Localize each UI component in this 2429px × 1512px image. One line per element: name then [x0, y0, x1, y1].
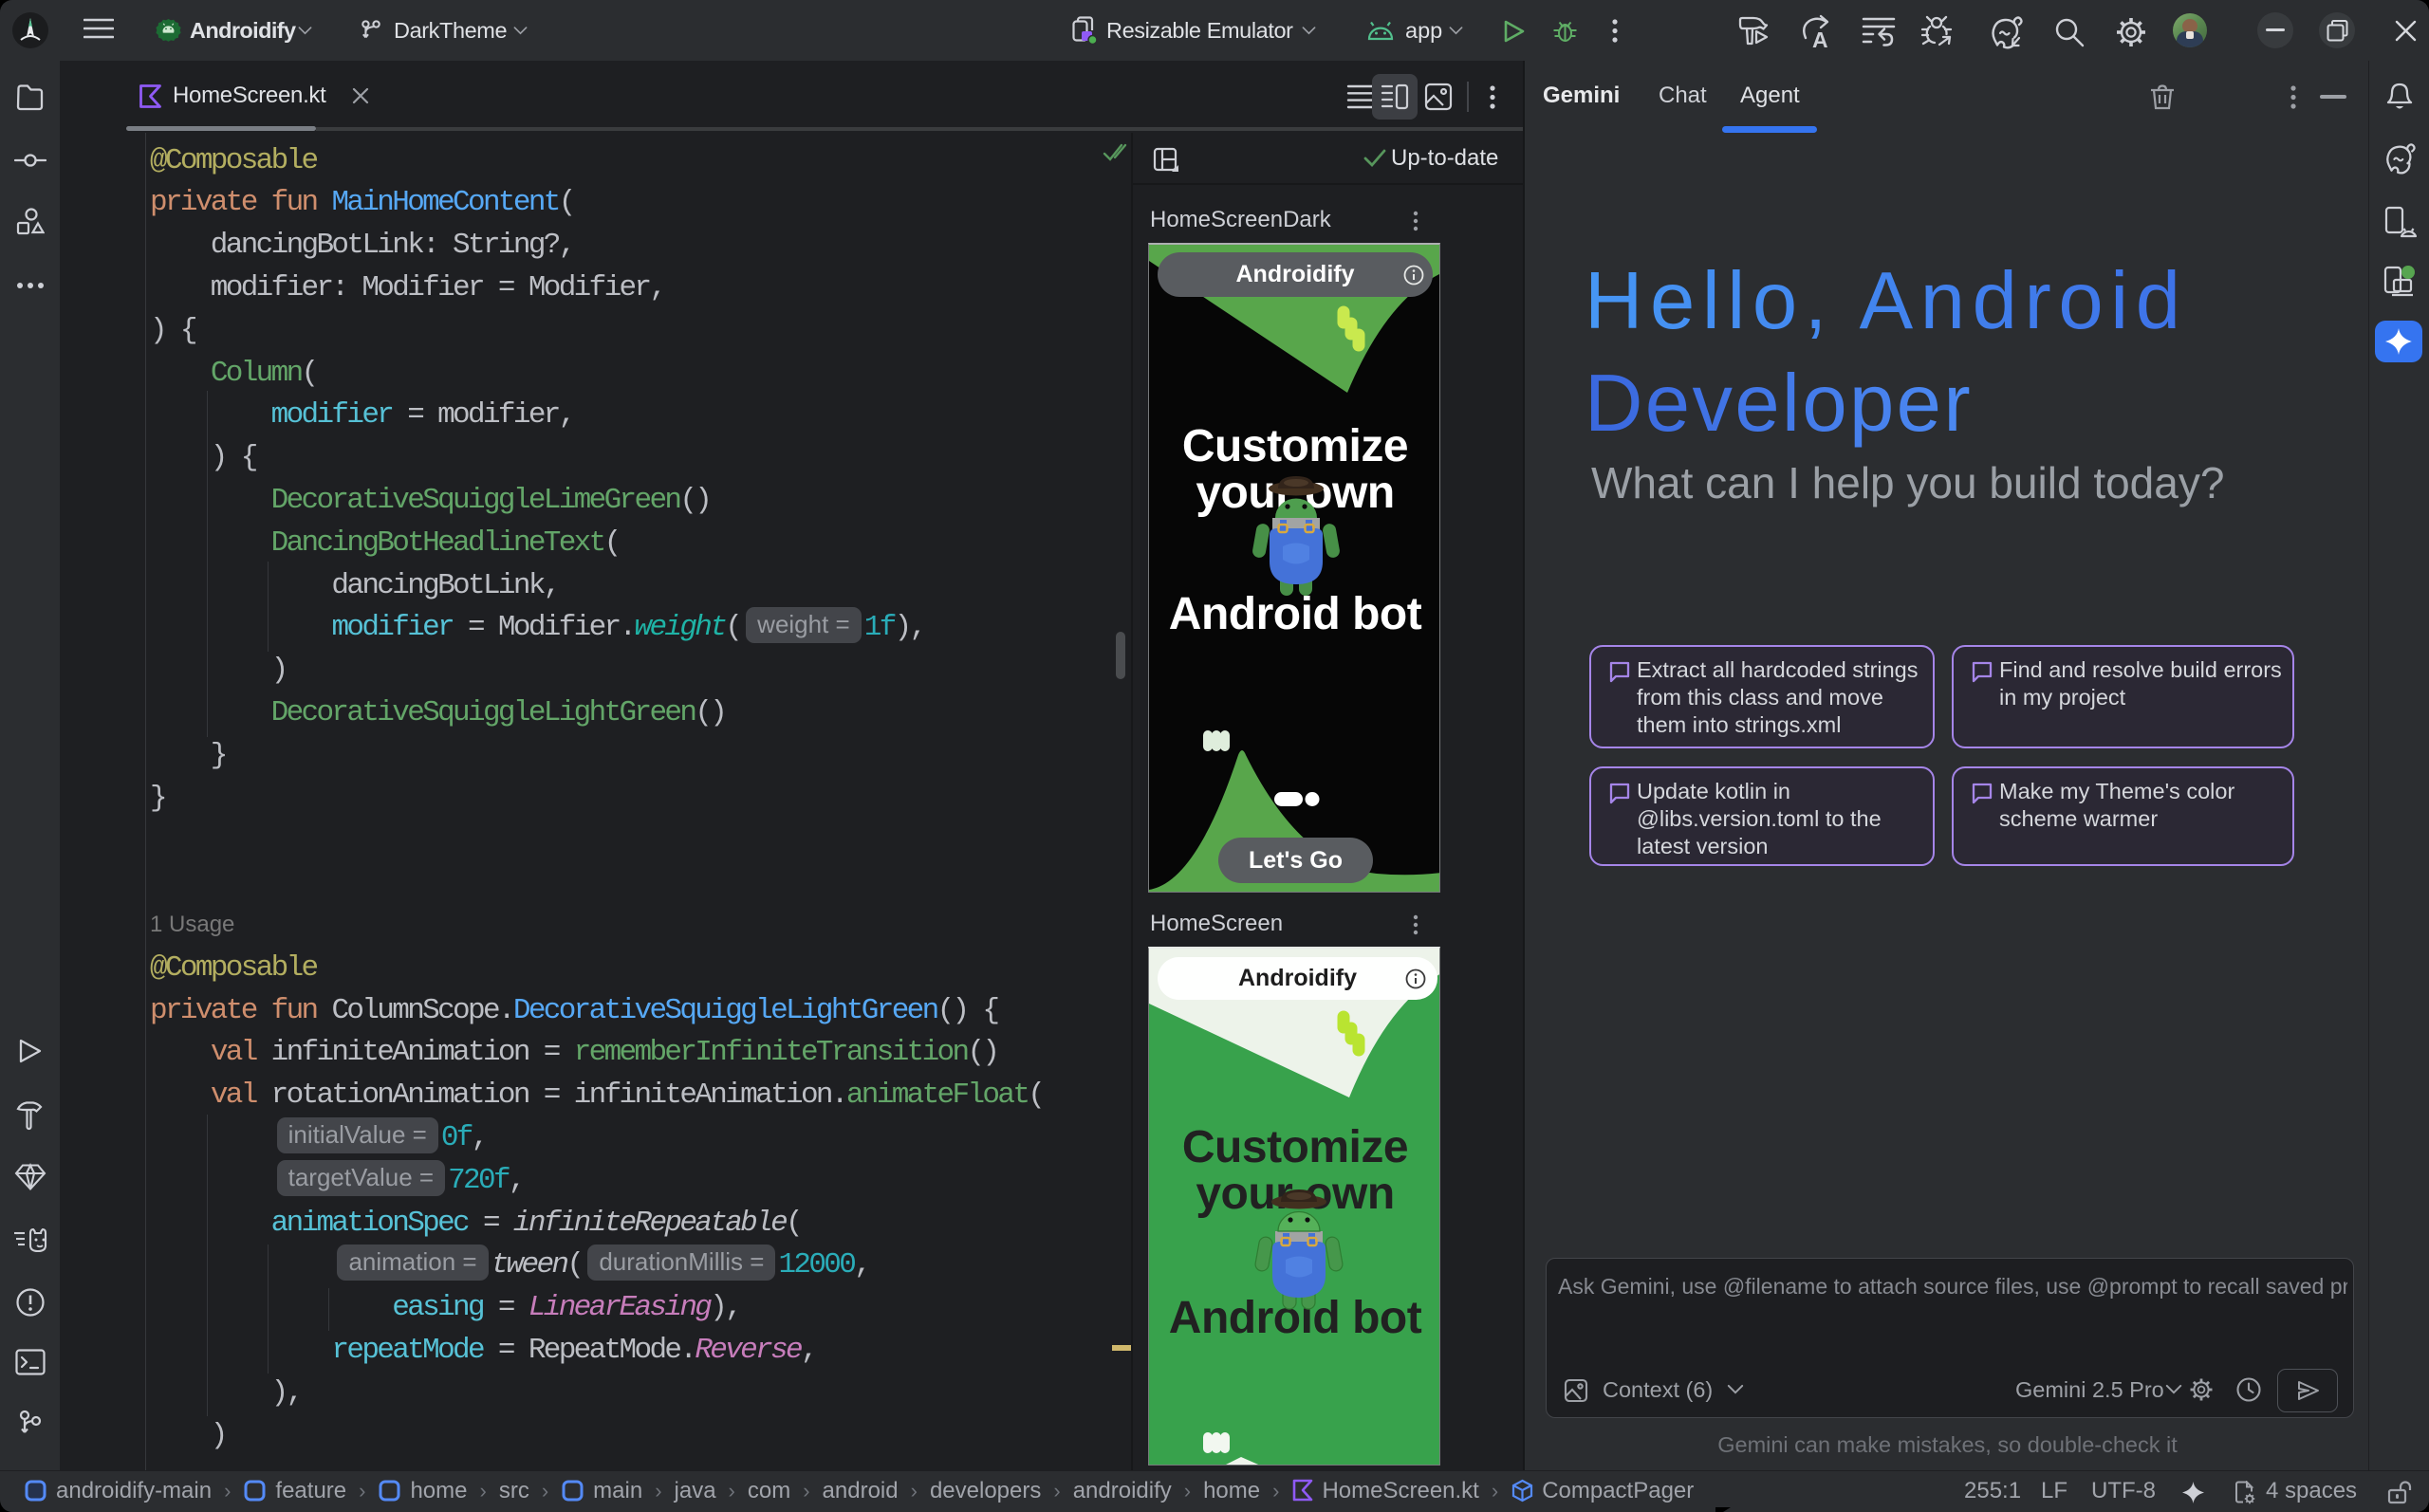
svg-text:A: A — [1812, 28, 1828, 49]
